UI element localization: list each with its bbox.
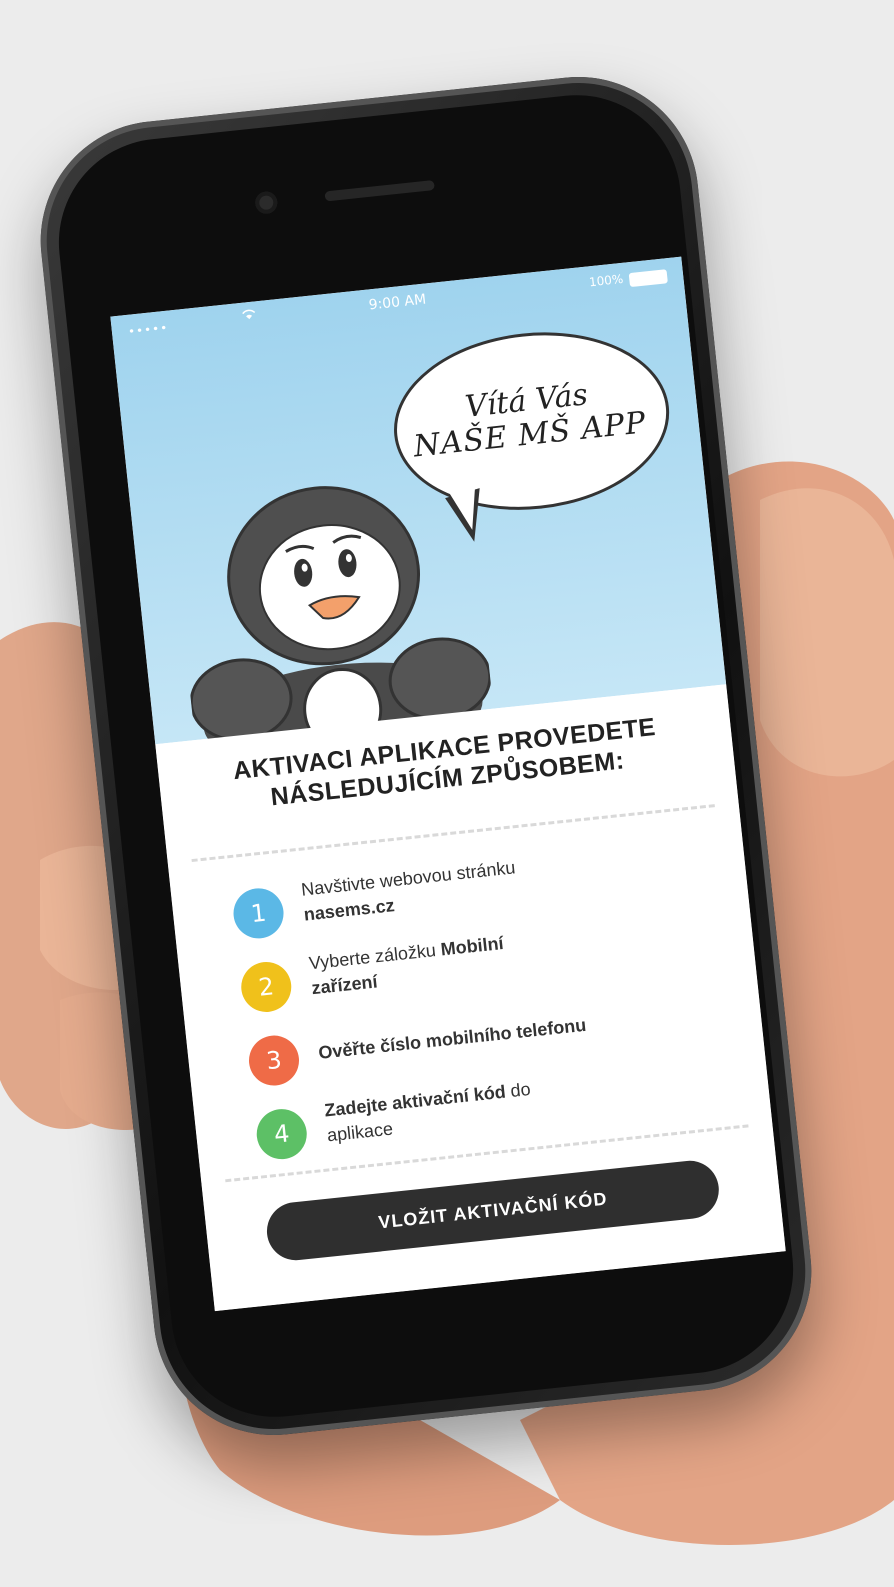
steps-list: 1 Navštivte webovou stránku nasems.cz 2 …: [230, 836, 728, 1180]
step-number-4: 4: [254, 1106, 310, 1162]
insert-activation-code-button[interactable]: VLOŽIT AKTIVAČNÍ KÓD: [264, 1157, 722, 1264]
step-text-part: do: [504, 1078, 532, 1102]
battery-icon: [628, 269, 668, 288]
phone-bezel: ••••• 9:00 AM 100% Vítá Vás NAŠE MŠ APP: [48, 84, 804, 1428]
step-link-text: nasems.cz: [302, 895, 396, 925]
penguin-mascot: [189, 486, 492, 750]
welcome-banner: ••••• 9:00 AM 100% Vítá Vás NAŠE MŠ APP: [110, 256, 727, 750]
step-text: Navštivte webovou stránku nasems.cz: [300, 855, 519, 928]
step-text-part: aplikace: [326, 1118, 394, 1146]
step-text: Vyberte záložku Mobilní zařízení: [308, 931, 508, 1002]
step-number-2: 2: [238, 959, 294, 1015]
instructions-panel: AKTIVACI APLIKACE PROVEDETE NÁSLEDUJÍCÍM…: [155, 684, 786, 1312]
step-bold-part: Zadejte aktivační kód: [323, 1081, 507, 1121]
app-screen: ••••• 9:00 AM 100% Vítá Vás NAŠE MŠ APP: [110, 256, 786, 1312]
phone: ••••• 9:00 AM 100% Vítá Vás NAŠE MŠ APP: [28, 65, 824, 1447]
scene: ••••• 9:00 AM 100% Vítá Vás NAŠE MŠ APP: [0, 0, 894, 1587]
camera-icon: [254, 190, 279, 215]
step-number-3: 3: [246, 1033, 302, 1089]
step-bold-part: zařízení: [310, 971, 379, 999]
step-bold-part: Mobilní: [439, 932, 505, 960]
step-text-part: Navštivte webovou stránku: [300, 857, 517, 900]
step-text: Zadejte aktivační kód do aplikace: [323, 1077, 534, 1149]
step-text: Ověřte číslo mobilního telefonu: [317, 1013, 587, 1066]
step-number-1: 1: [231, 885, 287, 941]
speaker-grille: [324, 180, 435, 202]
step-text-part: Vyberte záložku: [307, 939, 442, 974]
step-bold-part: Ověřte číslo mobilního telefonu: [317, 1014, 588, 1063]
